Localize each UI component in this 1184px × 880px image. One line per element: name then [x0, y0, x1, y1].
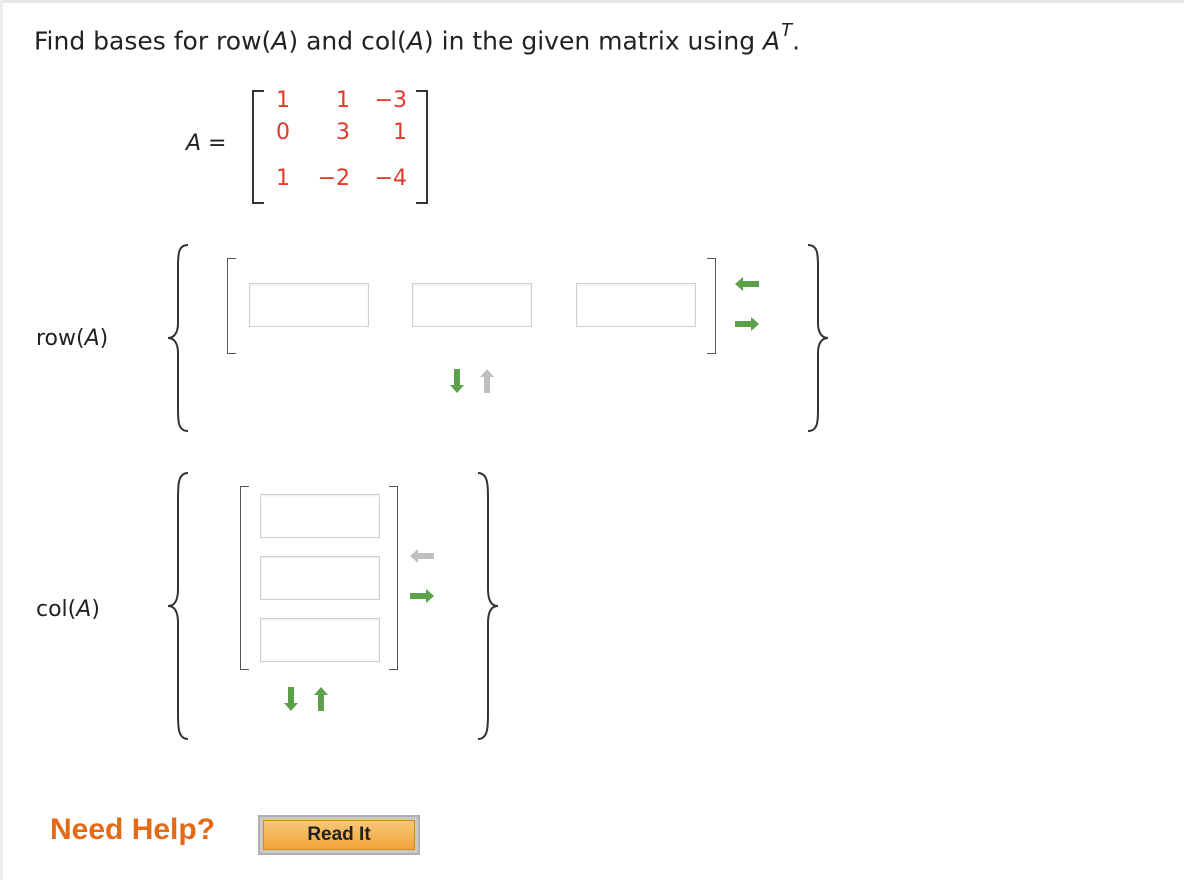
col-vector-right-bracket	[389, 486, 398, 670]
top-divider	[0, 0, 1184, 3]
left-divider	[0, 0, 3, 880]
need-help-label: Need Help?	[50, 813, 216, 846]
matrix-cell-3-2: −2	[317, 166, 350, 191]
matrix-cell-1-3: −3	[374, 88, 407, 113]
matrix-cell-2-3: 1	[393, 120, 407, 145]
col-space-label: col(A)	[36, 597, 100, 622]
matrix-label: A =	[186, 131, 227, 156]
row-basis-input-2[interactable]	[412, 283, 532, 327]
col-left-brace	[167, 472, 189, 740]
row-vector-left-bracket	[227, 258, 236, 354]
matrix-right-bracket	[416, 90, 428, 204]
read-it-button-label: Read It	[263, 820, 415, 850]
matrix-cell-3-1: 1	[276, 166, 290, 191]
row-arrow-right-icon[interactable]	[734, 311, 760, 337]
row-arrow-left-icon[interactable]	[734, 271, 760, 297]
col-arrow-down-icon[interactable]	[278, 686, 304, 712]
col-basis-input-2[interactable]	[260, 556, 380, 600]
row-vector-right-bracket	[707, 258, 716, 354]
row-right-brace	[807, 244, 829, 432]
matrix-cell-2-1: 0	[276, 120, 290, 145]
row-basis-input-1[interactable]	[249, 283, 369, 327]
row-arrow-up-icon[interactable]	[474, 368, 500, 394]
matrix-cell-2-2: 3	[336, 120, 350, 145]
col-arrow-left-icon[interactable]	[409, 543, 435, 569]
question-text: Find bases for row(A) and col(A) in the …	[34, 20, 801, 56]
col-right-brace	[477, 472, 499, 740]
row-arrow-down-icon[interactable]	[444, 368, 470, 394]
col-arrow-right-icon[interactable]	[409, 583, 435, 609]
matrix-cell-1-1: 1	[276, 88, 290, 113]
col-arrow-up-icon[interactable]	[308, 686, 334, 712]
matrix-cell-1-2: 1	[336, 88, 350, 113]
col-basis-input-3[interactable]	[260, 618, 380, 662]
row-left-brace	[167, 244, 189, 432]
col-basis-input-1[interactable]	[260, 494, 380, 538]
read-it-button[interactable]: Read It	[258, 815, 420, 855]
matrix-cell-3-3: −4	[374, 166, 407, 191]
row-basis-input-3[interactable]	[576, 283, 696, 327]
row-space-label: row(A)	[36, 326, 109, 351]
col-vector-left-bracket	[240, 486, 249, 670]
